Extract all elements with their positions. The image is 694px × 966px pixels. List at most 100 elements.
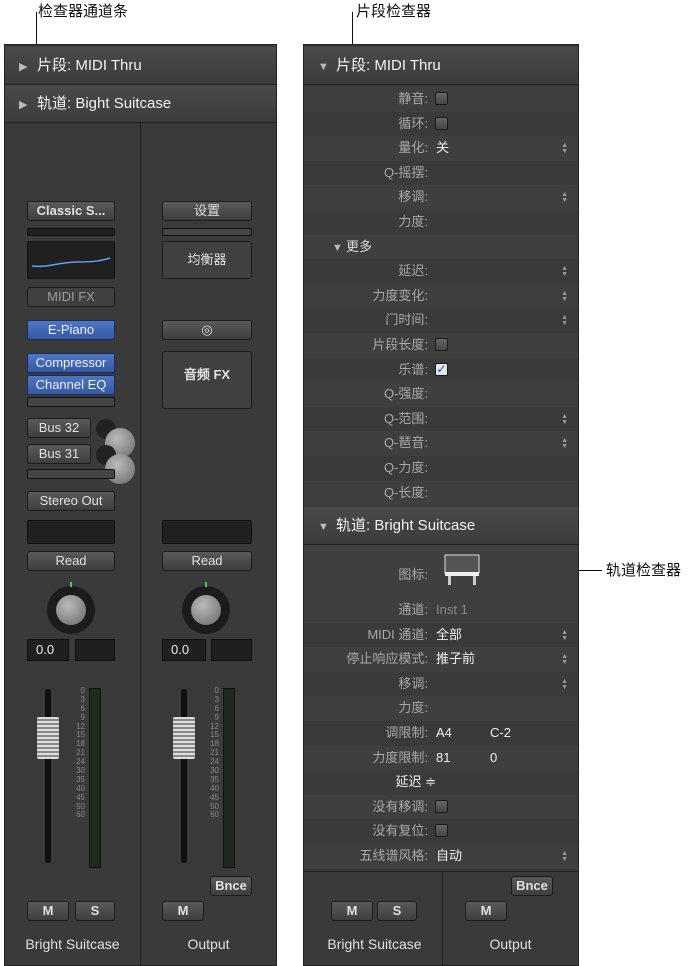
inspector-row[interactable]: 力度: (304, 696, 578, 721)
channel-name[interactable]: Output (141, 936, 276, 952)
stereo-link-button[interactable]: ◎ (162, 320, 252, 340)
stepper-arrows-icon[interactable]: ▲ ▼ (561, 653, 568, 666)
pan-knob[interactable] (182, 586, 230, 634)
param-value[interactable]: 关 (436, 136, 449, 161)
track-header[interactable]: ▼ 轨道: Bright Suitcase (304, 507, 578, 545)
inspector-row[interactable]: ▼ 更多 (304, 234, 578, 261)
send-bus-32[interactable]: Bus 32 (27, 418, 91, 438)
group-slot[interactable] (162, 520, 252, 544)
inspector-row[interactable]: 移调: ▲ ▼ (304, 672, 578, 697)
inspector-row[interactable]: 门时间: ▲ ▼ (304, 308, 578, 333)
inspector-row[interactable]: 没有复位: (304, 819, 578, 844)
audio-fx-channel-eq[interactable]: Channel EQ (27, 375, 115, 395)
stepper-arrows-icon[interactable]: ▲ ▼ (561, 314, 568, 327)
inspector-row[interactable]: 力度变化: ▲ ▼ (304, 283, 578, 309)
solo-button[interactable]: S (377, 901, 417, 921)
bounce-button[interactable]: Bnce (210, 876, 252, 896)
checkbox[interactable] (435, 824, 448, 838)
settings-button[interactable]: 设置 (162, 201, 252, 221)
param-value[interactable]: 全部 (436, 623, 462, 648)
param-value-2[interactable]: 0 (490, 746, 497, 771)
send-bus-31[interactable]: Bus 31 (27, 444, 91, 464)
param-label: 片段长度: (372, 337, 428, 352)
checkbox[interactable] (435, 116, 448, 130)
region-header[interactable]: ▶ 片段: MIDI Thru (5, 47, 276, 85)
checkbox[interactable] (435, 338, 448, 351)
inspector-row[interactable]: 移调: ▲ ▼ (304, 185, 578, 210)
param-value[interactable]: A4 (436, 721, 452, 746)
checkbox[interactable] (435, 799, 448, 813)
automation-mode[interactable]: Read (162, 551, 252, 571)
piano-icon[interactable] (442, 552, 482, 586)
group-slot[interactable] (27, 520, 115, 544)
send-level-knob[interactable] (96, 419, 135, 458)
inspector-row[interactable]: 量化: 关 ▲ ▼ (304, 136, 578, 161)
channel-name[interactable]: Bright Suitcase (307, 936, 442, 952)
volume-fader[interactable] (37, 717, 59, 759)
stepper-arrows-icon[interactable]: ▲ ▼ (561, 290, 568, 303)
mute-button[interactable]: M (465, 901, 507, 921)
empty-fx-slot[interactable] (27, 397, 115, 407)
inspector-row[interactable]: 五线谱风格: 自动 ▲ ▼ (304, 844, 578, 869)
automation-mode[interactable]: Read (27, 551, 115, 571)
stepper-arrows-icon[interactable]: ▲ ▼ (561, 265, 568, 278)
inspector-row[interactable]: 力度: (304, 210, 578, 235)
stepper-arrows-icon[interactable]: ▲ ▼ (561, 629, 568, 642)
channel-name[interactable]: Bright Suitcase (5, 936, 140, 952)
inspector-row[interactable]: 延迟 ≑ (304, 770, 578, 795)
inspector-row[interactable]: 没有移调: (304, 794, 578, 820)
eq-slot[interactable]: 均衡器 (162, 241, 252, 279)
stepper-arrows-icon[interactable]: ▲ ▼ (561, 678, 568, 691)
param-value[interactable]: 81 (436, 746, 450, 771)
bounce-button[interactable]: Bnce (511, 876, 553, 896)
inspector-row[interactable]: Q-摇摆: (304, 161, 578, 186)
mute-button[interactable]: M (27, 901, 69, 921)
mute-button[interactable]: M (331, 901, 373, 921)
inspector-row[interactable]: Q-力度: (304, 456, 578, 481)
track-header[interactable]: ▶ 轨道: Bight Suitcase (5, 85, 276, 123)
inspector-row[interactable]: 力度限制: 81 0 (304, 745, 578, 771)
instrument-plugin-e-piano[interactable]: E-Piano (27, 320, 115, 340)
midi-fx-slot[interactable]: MIDI FX (27, 287, 115, 307)
eq-thumbnail[interactable] (27, 241, 115, 279)
region-header[interactable]: ▼ 片段: MIDI Thru (304, 47, 578, 85)
empty-send-slot[interactable] (27, 469, 115, 479)
inspector-row[interactable]: 片段长度: (304, 333, 578, 358)
checkbox[interactable] (435, 92, 448, 105)
inspector-row[interactable]: 乐谱: ✓ (304, 358, 578, 383)
audio-fx-slot[interactable]: 音频 FX (162, 351, 252, 409)
param-value[interactable]: 自动 (436, 844, 462, 869)
inspector-row[interactable]: 停止响应模式: 推子前 ▲ ▼ (304, 647, 578, 672)
checkbox-checked[interactable]: ✓ (435, 362, 448, 376)
audio-fx-compressor[interactable]: Compressor (27, 353, 115, 373)
stepper-arrows-icon[interactable]: ▲ ▼ (561, 413, 568, 426)
volume-fader[interactable] (173, 717, 195, 759)
output-slot[interactable]: Stereo Out (27, 491, 115, 511)
inspector-row[interactable]: Q-长度: (304, 480, 578, 506)
volume-value[interactable]: 0.0 (162, 639, 206, 661)
volume-value[interactable]: 0.0 (27, 639, 69, 661)
instrument-slot[interactable]: Classic S... (27, 201, 115, 221)
param-value-2[interactable]: C-2 (490, 721, 511, 746)
solo-button[interactable]: S (75, 901, 115, 921)
inspector-row[interactable]: Q-琶音: ▲ ▼ (304, 431, 578, 456)
inspector-row[interactable]: 通道: Inst 1 (304, 598, 578, 623)
inspector-row[interactable]: 调限制: A4 C-2 (304, 721, 578, 746)
param-value[interactable]: Inst 1 (436, 598, 468, 623)
stepper-arrows-icon[interactable]: ▲ ▼ (561, 850, 568, 863)
stepper-arrows-icon[interactable]: ▲ ▼ (561, 142, 568, 155)
more-disclosure[interactable]: ▼ 更多 (332, 235, 372, 261)
inspector-row[interactable]: Q-强度: (304, 382, 578, 407)
inspector-row[interactable]: 静音: (304, 87, 578, 112)
inspector-row[interactable]: MIDI 通道: 全部 ▲ ▼ (304, 623, 578, 648)
param-value[interactable]: 推子前 (436, 647, 475, 672)
send-level-knob[interactable] (96, 445, 135, 484)
inspector-row[interactable]: 循环: (304, 112, 578, 137)
channel-name[interactable]: Output (443, 936, 578, 952)
stepper-arrows-icon[interactable]: ▲ ▼ (561, 437, 568, 450)
mute-button[interactable]: M (162, 901, 204, 921)
inspector-row[interactable]: Q-范围: ▲ ▼ (304, 407, 578, 432)
stepper-arrows-icon[interactable]: ▲ ▼ (561, 191, 568, 204)
inspector-row[interactable]: 延迟: ▲ ▼ (304, 259, 578, 284)
pan-knob[interactable] (47, 586, 95, 634)
